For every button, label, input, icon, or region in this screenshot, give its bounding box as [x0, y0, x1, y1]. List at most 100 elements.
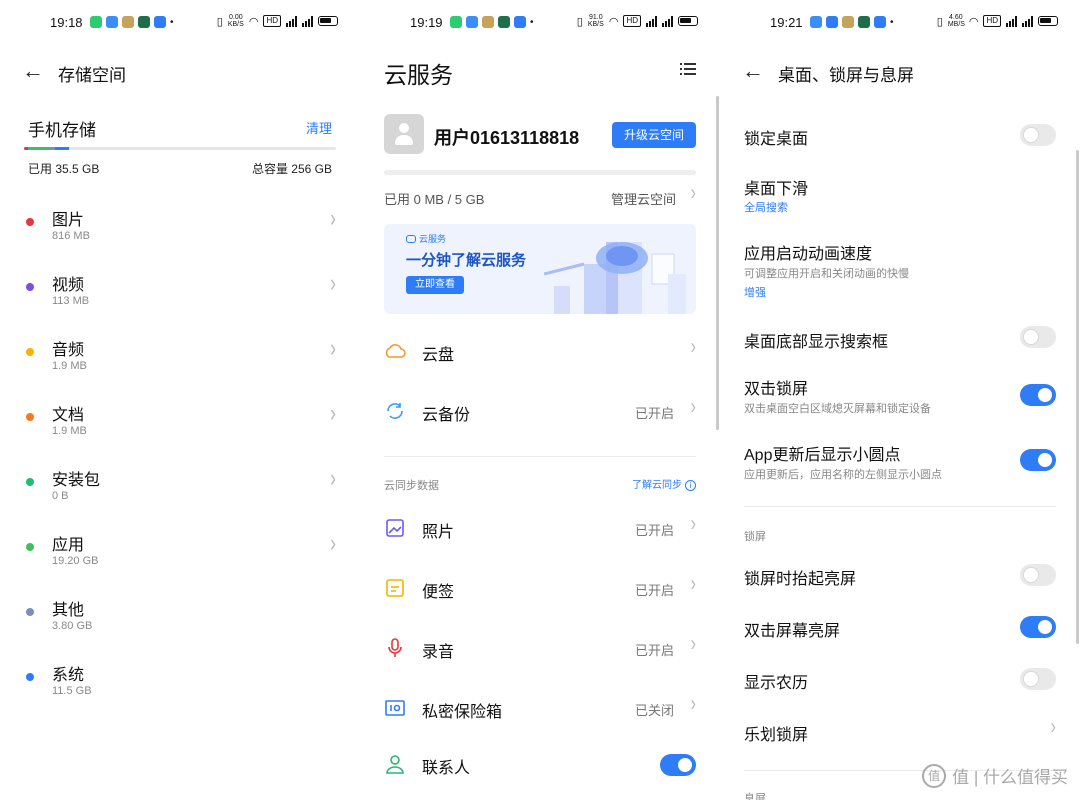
notification-icons: •	[90, 16, 174, 28]
toggle-knob	[1038, 388, 1052, 402]
setting-name: App更新后显示小圆点	[744, 447, 901, 464]
category-dot	[26, 543, 34, 551]
hd-icon: HD	[983, 15, 1001, 27]
net-speed: 0.00 KB/S	[227, 14, 244, 28]
service-cloud-drive[interactable]: 云盘 ›	[360, 322, 720, 382]
avatar[interactable]	[384, 114, 424, 154]
back-arrow-icon[interactable]: ←	[22, 60, 44, 82]
setting-double-tap-wake[interactable]: 双击屏幕亮屏	[720, 606, 1080, 650]
notification-icons: •	[450, 16, 534, 28]
sync-item-private-safe[interactable]: 私密保险箱 已关闭 ›	[360, 679, 720, 739]
category-name: 其他	[52, 602, 85, 619]
signal-icon	[302, 15, 313, 27]
setting-name: 双击屏幕亮屏	[744, 623, 841, 640]
vibrate-icon: ▯	[936, 15, 943, 28]
storage-usage-bar	[24, 147, 336, 150]
upgrade-cloud-button[interactable]: 升级云空间	[612, 122, 696, 148]
double-tap-wake-toggle[interactable]	[1020, 616, 1056, 638]
category-size: 3.80 GB	[52, 620, 93, 632]
setting-description: 应用更新后，应用名称的左侧显示小圆点	[744, 469, 942, 481]
bottom-search-toggle[interactable]	[1020, 326, 1056, 348]
sync-item-status: 已开启	[634, 583, 674, 598]
category-item-system: 系统 11.5 GB	[0, 653, 360, 713]
lock-desktop-toggle[interactable]	[1020, 124, 1056, 146]
back-arrow-icon[interactable]: ←	[742, 60, 764, 82]
battery-icon	[678, 16, 698, 26]
sync-item-name: 便签	[422, 584, 455, 601]
setting-desktop-swipe-down[interactable]: 桌面下滑 全局搜索	[720, 166, 1080, 222]
app-icon	[826, 16, 838, 28]
sync-item-contacts[interactable]: 联系人	[360, 735, 720, 795]
promo-banner[interactable]: 云服务 一分钟了解云服务 立即查看	[384, 224, 696, 314]
contacts-toggle[interactable]	[660, 754, 696, 776]
setting-bottom-search-bar[interactable]: 桌面底部显示搜索框	[720, 316, 1080, 360]
net-speed: 4.60 MB/S	[947, 14, 965, 28]
double-tap-lock-toggle[interactable]	[1020, 384, 1056, 406]
service-cloud-backup[interactable]: 云备份 已开启 ›	[360, 382, 720, 442]
category-name: 文档	[52, 407, 85, 424]
chevron-right-icon: ›	[330, 268, 336, 297]
chevron-right-icon: ›	[330, 528, 336, 557]
cloud-quota-bar	[384, 170, 696, 175]
sync-item-notes[interactable]: 便签 已开启 ›	[360, 559, 720, 619]
category-dot	[26, 608, 34, 616]
notification-icons: •	[810, 16, 894, 28]
toggle-knob	[1024, 330, 1038, 344]
setting-double-tap-lock[interactable]: 双击锁屏 双击桌面空白区域熄灭屏幕和锁定设备	[720, 366, 1080, 422]
total-storage: 总容量 256 GB	[251, 162, 332, 176]
list-menu-icon[interactable]	[680, 62, 696, 76]
status-bar: 19:21 • ▯ 4.60 MB/S ◠ HD	[720, 10, 1080, 36]
setting-lunar-calendar[interactable]: 显示农历	[720, 658, 1080, 702]
category-item-videos[interactable]: 视频 113 MB ›	[0, 263, 360, 323]
more-dot-icon: •	[170, 16, 174, 28]
setting-lehua-lockscreen[interactable]: 乐划锁屏 ›	[720, 710, 1080, 754]
lunar-calendar-toggle[interactable]	[1020, 668, 1056, 690]
sync-item-name: 私密保险箱	[422, 704, 503, 721]
service-name: 云备份	[422, 407, 471, 424]
signal-icon	[662, 15, 673, 27]
scrollbar[interactable]	[716, 96, 719, 430]
wifi-icon: ◠	[968, 15, 979, 28]
cloud-quota-text: 已用 0 MB / 5 GB	[384, 192, 485, 207]
app-icon	[138, 16, 150, 28]
status-bar: 19:18 • ▯ 0.00 KB/S ◠ HD	[0, 10, 360, 36]
setting-value: 全局搜索	[744, 202, 788, 214]
chevron-right-icon: ›	[690, 632, 696, 657]
category-item-documents[interactable]: 文档 1.9 MB ›	[0, 393, 360, 453]
banner-view-button[interactable]: 立即查看	[406, 276, 464, 294]
category-item-images[interactable]: 图片 816 MB ›	[0, 198, 360, 258]
banner-title: 一分钟了解云服务	[406, 252, 527, 269]
raise-to-wake-toggle[interactable]	[1020, 564, 1056, 586]
sync-item-status: 已开启	[634, 523, 674, 538]
setting-name: 桌面底部显示搜索框	[744, 334, 889, 351]
update-dot-toggle[interactable]	[1020, 449, 1056, 471]
setting-raise-to-wake[interactable]: 锁屏时抬起亮屏	[720, 554, 1080, 598]
setting-app-animation-speed[interactable]: 应用启动动画速度 可调整应用开启和关闭动画的快慢 增强	[720, 230, 1080, 306]
scrollbar[interactable]	[1076, 150, 1079, 644]
sync-item-photos[interactable]: 照片 已开启 ›	[360, 499, 720, 559]
setting-update-dot[interactable]: App更新后显示小圆点 应用更新后，应用名称的左侧显示小圆点	[720, 432, 1080, 488]
chevron-right-icon: ›	[690, 572, 696, 597]
category-item-audio[interactable]: 音频 1.9 MB ›	[0, 328, 360, 388]
cloud-backup-icon	[387, 403, 403, 419]
clean-button[interactable]: 清理	[306, 118, 332, 137]
setting-lock-desktop[interactable]: 锁定桌面	[720, 115, 1080, 159]
learn-sync-link[interactable]: 了解云同步 i	[632, 476, 696, 491]
username: 用户01613118818	[434, 128, 580, 148]
hd-icon: HD	[623, 15, 641, 27]
wifi-icon: ◠	[248, 15, 259, 28]
sync-item-name: 录音	[422, 644, 455, 661]
setting-description: 可调整应用开启和关闭动画的快慢	[744, 268, 909, 280]
storage-screen: 19:18 • ▯ 0.00 KB/S ◠ HD ← 存储空间 手机存储 清理 …	[0, 0, 360, 800]
chevron-right-icon: ›	[330, 203, 336, 232]
app-icon	[810, 16, 822, 28]
banner-logo: 云服务	[406, 232, 446, 245]
category-item-packages[interactable]: 安装包 0 B ›	[0, 458, 360, 518]
sync-item-recordings[interactable]: 录音 已开启 ›	[360, 619, 720, 679]
manage-cloud-link[interactable]: 管理云空间	[611, 189, 676, 208]
contacts-icon	[386, 755, 404, 774]
photos-icon	[386, 519, 404, 537]
app-icon	[482, 16, 494, 28]
safe-icon	[385, 700, 405, 716]
category-item-apps[interactable]: 应用 19.20 GB ›	[0, 523, 360, 583]
